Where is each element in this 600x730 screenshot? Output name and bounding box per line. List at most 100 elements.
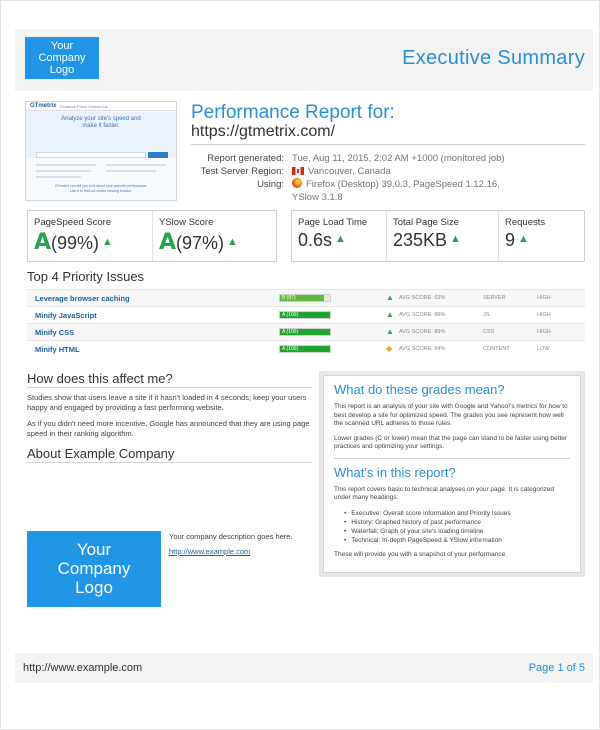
issue-name[interactable]: Minify HTML: [35, 345, 80, 354]
meta-value: YSlow 3.1.8: [292, 192, 343, 203]
pagespeed-label: PageSpeed Score: [34, 217, 112, 228]
priority-issues-heading: Top 4 Priority Issues: [27, 269, 145, 284]
issue-score-fill: A (100): [280, 346, 330, 352]
yslow-grade: A: [159, 230, 177, 255]
meta-key: Test Server Region:: [200, 166, 284, 177]
issue-type: CSS: [483, 329, 495, 335]
yslow-score: YSlow Score A(97%) ▲: [152, 211, 278, 261]
thumbnail-input: [36, 152, 146, 158]
affect-paragraph: As if you didn't need more incentive, Go…: [27, 419, 310, 438]
grades-paragraph: Lower grades (C or lower) mean that the …: [334, 434, 568, 451]
caret-up-icon: ▲: [518, 233, 529, 245]
up-arrow-icon: ▲: [386, 310, 394, 319]
issue-avg-score: AVG SCORE: 86%: [399, 312, 446, 318]
issue-type: JS: [483, 312, 490, 318]
meta-row-using-cont: YSlow 3.1.8: [191, 191, 505, 204]
pagespeed-percent: (99%): [51, 233, 100, 253]
issue-priority: HIGH: [537, 295, 551, 301]
grade-scores-box: PageSpeed Score A(99%) ▲ YSlow Score A(97…: [27, 210, 277, 262]
affect-paragraph: Studies show that users leave a site if …: [27, 393, 307, 412]
table-row[interactable]: Leverage browser caching B (87) ▲ AVG SC…: [27, 289, 585, 306]
caret-up-icon: ▲: [450, 233, 461, 245]
divider: [27, 462, 312, 463]
issue-name[interactable]: Minify JavaScript: [35, 311, 97, 320]
meta-row-region: Test Server Region: Vancouver, Canada: [191, 165, 505, 178]
page-size-value-row: 235KB ▲: [393, 230, 498, 251]
list-item: History: Graphed history of past perform…: [344, 518, 570, 527]
issue-avg-score: AVG SCORE: 89%: [399, 329, 446, 335]
thumbnail-line: [36, 176, 81, 178]
divider: [191, 144, 585, 145]
issue-type: SERVER: [483, 295, 506, 301]
logo-line: Company: [38, 52, 86, 64]
issue-priority: HIGH: [537, 329, 551, 335]
thumbnail-nav: Features Plans Contact Us: [60, 104, 108, 109]
issue-type: CONTENT: [483, 346, 510, 352]
report-url[interactable]: https://gtmetrix.com/: [191, 123, 335, 141]
meta-row-using: Using: Firefox (Desktop) 39.0.3, PageSpe…: [191, 178, 505, 191]
thumbnail-line: [106, 164, 166, 166]
issue-score-fill: A (100): [280, 312, 330, 318]
company-logo: Your Company Logo: [25, 37, 99, 79]
grades-heading: What do these grades mean?: [334, 382, 505, 397]
load-time-label: Page Load Time: [298, 217, 368, 228]
page-footer: http://www.example.com Page 1 of 5: [15, 653, 593, 683]
meta-value-wrap: Firefox (Desktop) 39.0.3, PageSpeed 1.12…: [292, 178, 500, 191]
thumbnail-line: [36, 164, 96, 166]
table-row[interactable]: Minify JavaScript A (100) ▲ AVG SCORE: 8…: [27, 306, 585, 323]
grades-info-box: What do these grades mean? This report i…: [319, 371, 585, 577]
company-description: Your company description goes here. http…: [169, 531, 309, 557]
company-website-link[interactable]: http://www.example.com: [169, 546, 309, 557]
caret-up-icon: ▲: [227, 236, 238, 248]
caret-up-icon: ▲: [102, 236, 113, 248]
meta-key: [191, 191, 292, 204]
footer-url[interactable]: http://www.example.com: [23, 662, 142, 674]
meta-key: Using:: [257, 179, 284, 190]
divider: [334, 457, 570, 459]
about-heading: About Example Company: [27, 446, 175, 461]
load-time-value-row: 0.6s ▲: [298, 230, 386, 251]
thumbnail-footer-line: Use it to find out what's slowing it dow…: [70, 189, 132, 193]
up-arrow-icon: ▲: [386, 293, 394, 302]
caret-up-icon: ▲: [335, 233, 346, 245]
table-row[interactable]: Minify CSS A (100) ▲ AVG SCORE: 89% CSS …: [27, 323, 585, 340]
issue-score-fill: A (100): [280, 329, 330, 335]
yslow-label: YSlow Score: [159, 217, 214, 228]
page-header: Your Company Logo Executive Summary: [15, 29, 593, 91]
issue-avg-score: AVG SCORE: 94%: [399, 346, 446, 352]
total-page-size: Total Page Size 235KB ▲: [386, 211, 498, 261]
thumbnail-navbar: GTmetrix Features Plans Contact Us: [26, 102, 176, 111]
yslow-percent: (97%): [176, 233, 225, 253]
meta-row-generated: Report generated: Tue, Aug 11, 2015, 2:0…: [191, 152, 504, 165]
thumbnail-line: [106, 170, 156, 172]
load-time-value: 0.6s: [298, 230, 333, 250]
meta-key: Report generated:: [207, 153, 284, 164]
pagespeed-grade: A: [34, 230, 52, 255]
priority-issues-table: Leverage browser caching B (87) ▲ AVG SC…: [27, 289, 585, 357]
divider: [27, 387, 312, 388]
pagespeed-value-row: A(99%) ▲: [34, 230, 152, 255]
page-size-value: 235KB: [393, 230, 448, 250]
yslow-value-row: A(97%) ▲: [159, 230, 278, 255]
issue-name[interactable]: Minify CSS: [35, 328, 74, 337]
affect-heading: How does this affect me?: [27, 371, 173, 386]
issue-name[interactable]: Leverage browser caching: [35, 294, 130, 303]
issue-score-bar: A (100): [279, 311, 331, 319]
meta-value: Vancouver, Canada: [308, 166, 391, 177]
pagespeed-score: PageSpeed Score A(99%) ▲: [28, 211, 152, 261]
report-contents-paragraph: These will provide you with a snapshot o…: [334, 550, 508, 558]
issue-score-bar: A (100): [279, 345, 331, 353]
page-load-time: Page Load Time 0.6s ▲: [292, 211, 386, 261]
logo-line: Your: [76, 540, 112, 559]
table-row[interactable]: Minify HTML A (100) ◆ AVG SCORE: 94% CON…: [27, 340, 585, 357]
issue-score-bar: A (100): [279, 328, 331, 336]
grades-paragraph: This report is an analysis of your site …: [334, 403, 568, 427]
site-screenshot-thumbnail: GTmetrix Features Plans Contact Us Analy…: [25, 101, 177, 201]
thumbnail-footer-text: GTmetrix can tell you a lot about your w…: [26, 184, 176, 194]
thumbnail-hero-line: make it faster.: [82, 123, 120, 129]
diamond-icon: ◆: [386, 344, 393, 353]
logo-line: Logo: [75, 578, 113, 597]
issue-score-bar: B (87): [279, 294, 331, 302]
thumbnail-hero-text: Analyze your site's speed and make it fa…: [26, 116, 176, 130]
issue-score-fill: B (87): [280, 295, 324, 301]
